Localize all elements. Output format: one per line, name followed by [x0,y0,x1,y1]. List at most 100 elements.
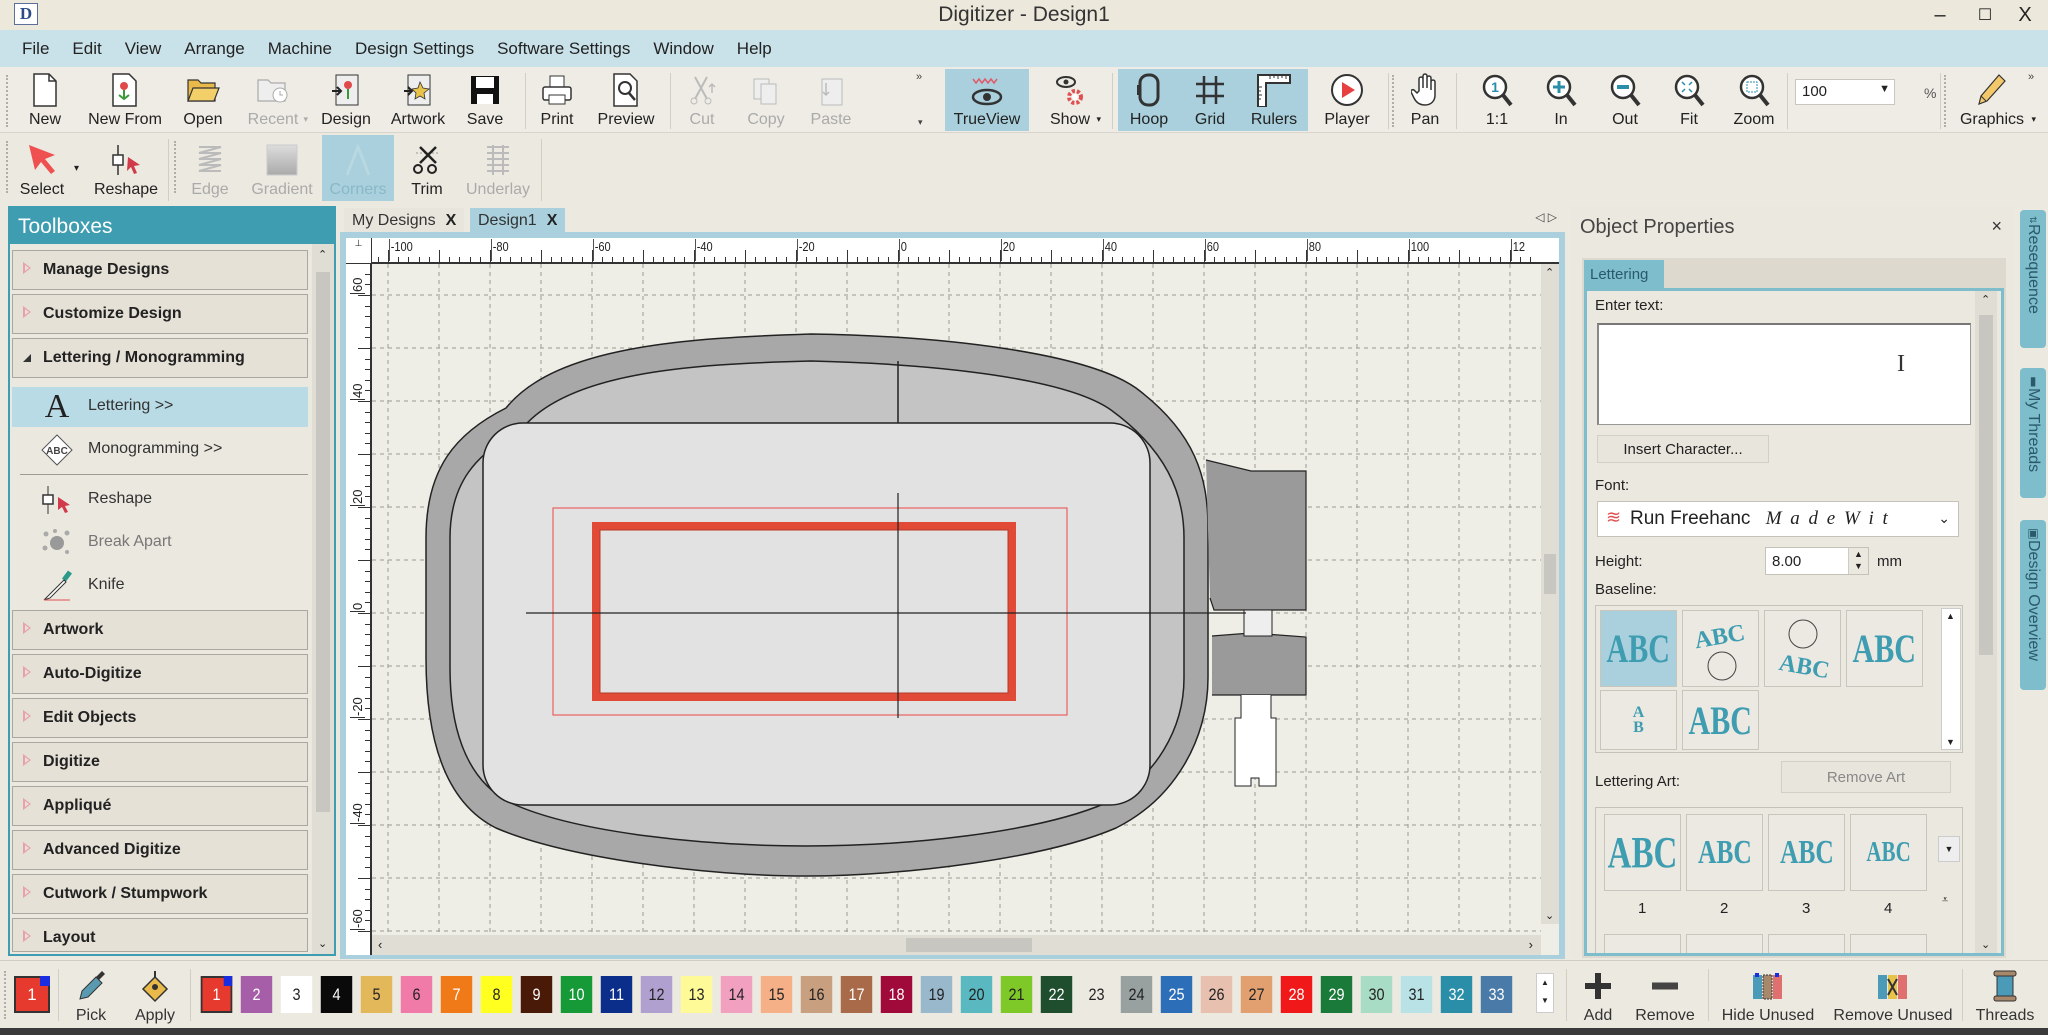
cut-button[interactable]: Cut [680,69,724,131]
lettering-art-2[interactable]: ABC [1686,814,1763,891]
open-button[interactable]: Open [180,69,226,131]
thread-color-swatch[interactable]: 20 [960,976,993,1013]
canvas-horizontal-scrollbar[interactable]: ‹ › [372,935,1541,955]
thread-color-swatch[interactable]: 12 [640,976,673,1013]
threads-button[interactable]: Threads [1972,965,2038,1025]
horizontal-ruler[interactable]: -100 -80 -60 -40 -20 0 20 40 60 80 100 12 [346,238,1559,264]
thread-color-swatch[interactable]: 2 [240,976,273,1013]
lettering-art-4[interactable]: ABC [1850,814,1927,891]
scroll-down-icon[interactable]: ⌄ [318,937,327,950]
scroll-down-icon[interactable]: ⌄ [1981,938,1990,951]
thread-color-swatch[interactable]: 28 [1280,976,1313,1013]
thread-color-swatch[interactable]: 8 [480,976,513,1013]
new-from-button[interactable]: New From [82,69,168,131]
thread-color-swatch[interactable]: 24 [1120,976,1153,1013]
side-tab-resequence[interactable]: ⇅ Resequence [2020,210,2046,348]
lettering-art-1[interactable]: ABC [1604,814,1681,891]
tool-break-apart[interactable]: Break Apart [12,523,308,563]
section-digitize[interactable]: Digitize [12,742,308,782]
scroll-down-icon[interactable]: ▼ [1946,737,1955,747]
thread-color-swatch[interactable]: 30 [1360,976,1393,1013]
hoop-toggle[interactable]: Hoop [1118,69,1180,131]
remove-unused-button[interactable]: Remove Unused [1830,965,1956,1025]
underlay-button[interactable]: Underlay [462,135,534,201]
scroll-left-icon[interactable]: ‹ [378,937,382,952]
side-tab-my-threads[interactable]: ▮ My Threads [2020,368,2046,498]
tab-scroll-arrows-icon[interactable]: ◁ ▷ [1535,210,1557,224]
thread-color-swatch[interactable]: 13 [680,976,713,1013]
thread-color-swatch[interactable]: 32 [1440,976,1473,1013]
design-canvas[interactable]: -100 -80 -60 -40 -20 0 20 40 60 80 100 12 60 40 20 0 -2… [346,238,1559,955]
trim-button[interactable]: Trim [402,135,452,201]
side-tab-design-overview[interactable]: ▣ Design Overview [2020,520,2046,690]
toolbar-overflow-chevron-icon[interactable]: » [2028,71,2034,83]
height-stepper[interactable]: 8.00 ▲ ▼ [1765,547,1869,575]
toolbar-grip[interactable] [174,141,177,193]
thread-color-swatch[interactable]: 10 [560,976,593,1013]
section-artwork[interactable]: Artwork [12,610,308,650]
font-select[interactable]: ≋ Run Freehanc M a d e W i t ⌄ [1597,501,1959,537]
close-tab-icon[interactable]: X [446,212,457,229]
remove-color-button[interactable]: Remove [1630,965,1700,1025]
thread-color-swatch[interactable]: 3 [280,976,313,1013]
vertical-ruler[interactable]: 60 40 20 0 -20 -40 -60 [346,238,372,955]
lettering-art-6[interactable] [1686,934,1763,953]
toolbar-grip[interactable] [1392,75,1395,127]
baseline-vertical[interactable]: AB [1600,690,1677,750]
menu-view[interactable]: View [125,39,162,59]
menu-machine[interactable]: Machine [268,39,332,59]
design-button[interactable]: Design [316,69,376,131]
toolbar-grip[interactable] [1944,75,1947,127]
lettering-art-8[interactable] [1850,934,1927,953]
thread-color-swatch[interactable]: 6 [400,976,433,1013]
preview-button[interactable]: Preview [594,69,658,131]
show-dropdown[interactable]: Show ▾ [1035,69,1105,131]
scroll-up-icon[interactable]: ⌃ [1981,293,1990,306]
scroll-up-icon[interactable]: ⌃ [1545,266,1554,279]
baseline-straight[interactable]: ABC [1600,610,1677,687]
section-cutwork-stumpwork[interactable]: Cutwork / Stumpwork [12,874,308,914]
baseline-ramp[interactable]: ABC [1682,690,1759,750]
print-button[interactable]: Print [534,69,580,131]
zoom-level-input[interactable]: 100 ▼ [1795,79,1895,105]
thread-color-swatch[interactable]: 5 [360,976,393,1013]
art-scroll-end-icon[interactable]: ⩡ [1942,894,1948,907]
scroll-down-icon[interactable]: ⌄ [1545,909,1554,922]
scrollbar-thumb[interactable] [906,938,1032,952]
section-auto-digitize[interactable]: Auto-Digitize [12,654,308,694]
thread-color-swatch[interactable]: 17 [840,976,873,1013]
current-color-swatch[interactable]: 1 [14,976,50,1013]
insert-character-button[interactable]: Insert Character... [1597,435,1769,463]
section-edit-objects[interactable]: Edit Objects [12,698,308,738]
canvas-drawing[interactable] [346,238,1559,955]
menu-design-settings[interactable]: Design Settings [355,39,474,59]
art-scroll-down-icon[interactable]: ▼ [1938,836,1960,862]
thread-color-swatch[interactable]: 15 [760,976,793,1013]
properties-scrollbar[interactable]: ⌃ ⌄ [1975,291,1997,953]
corners-button[interactable]: Corners [322,135,394,201]
thread-color-swatch[interactable]: 16 [800,976,833,1013]
close-properties-icon[interactable]: × [1991,216,2002,237]
baseline-circle-counterclockwise[interactable]: ABC [1764,610,1841,687]
recent-button[interactable]: Recent ▾ [240,69,308,131]
toolboxes-scrollbar[interactable]: ⌃ ⌄ [312,244,334,954]
artwork-button[interactable]: Artwork [386,69,450,131]
scrollbar-thumb[interactable] [316,272,330,812]
section-lettering-monogramming[interactable]: Lettering / Monogramming [12,338,308,378]
section-advanced-digitize[interactable]: Advanced Digitize [12,830,308,870]
player-button[interactable]: Player [1314,69,1380,131]
zoom-fit-button[interactable]: Fit [1666,69,1712,131]
menu-edit[interactable]: Edit [72,39,101,59]
graphics-button[interactable]: Graphics ▾ [1954,69,2036,131]
section-applique[interactable]: Appliqué [12,786,308,826]
swatch-scroll-arrows[interactable]: ▲ ▼ [1536,973,1554,1013]
gradient-button[interactable]: Gradient [246,135,318,201]
thread-color-swatch[interactable]: 23 [1080,976,1113,1013]
thread-color-swatch[interactable]: 26 [1200,976,1233,1013]
thread-color-swatch[interactable]: 7 [440,976,473,1013]
thread-color-swatch[interactable]: 21 [1000,976,1033,1013]
thread-color-swatch[interactable]: 33 [1480,976,1513,1013]
scrollbar-thumb[interactable] [1544,554,1556,594]
tool-knife[interactable]: Knife [12,566,308,606]
lettering-art-3[interactable]: ABC [1768,814,1845,891]
